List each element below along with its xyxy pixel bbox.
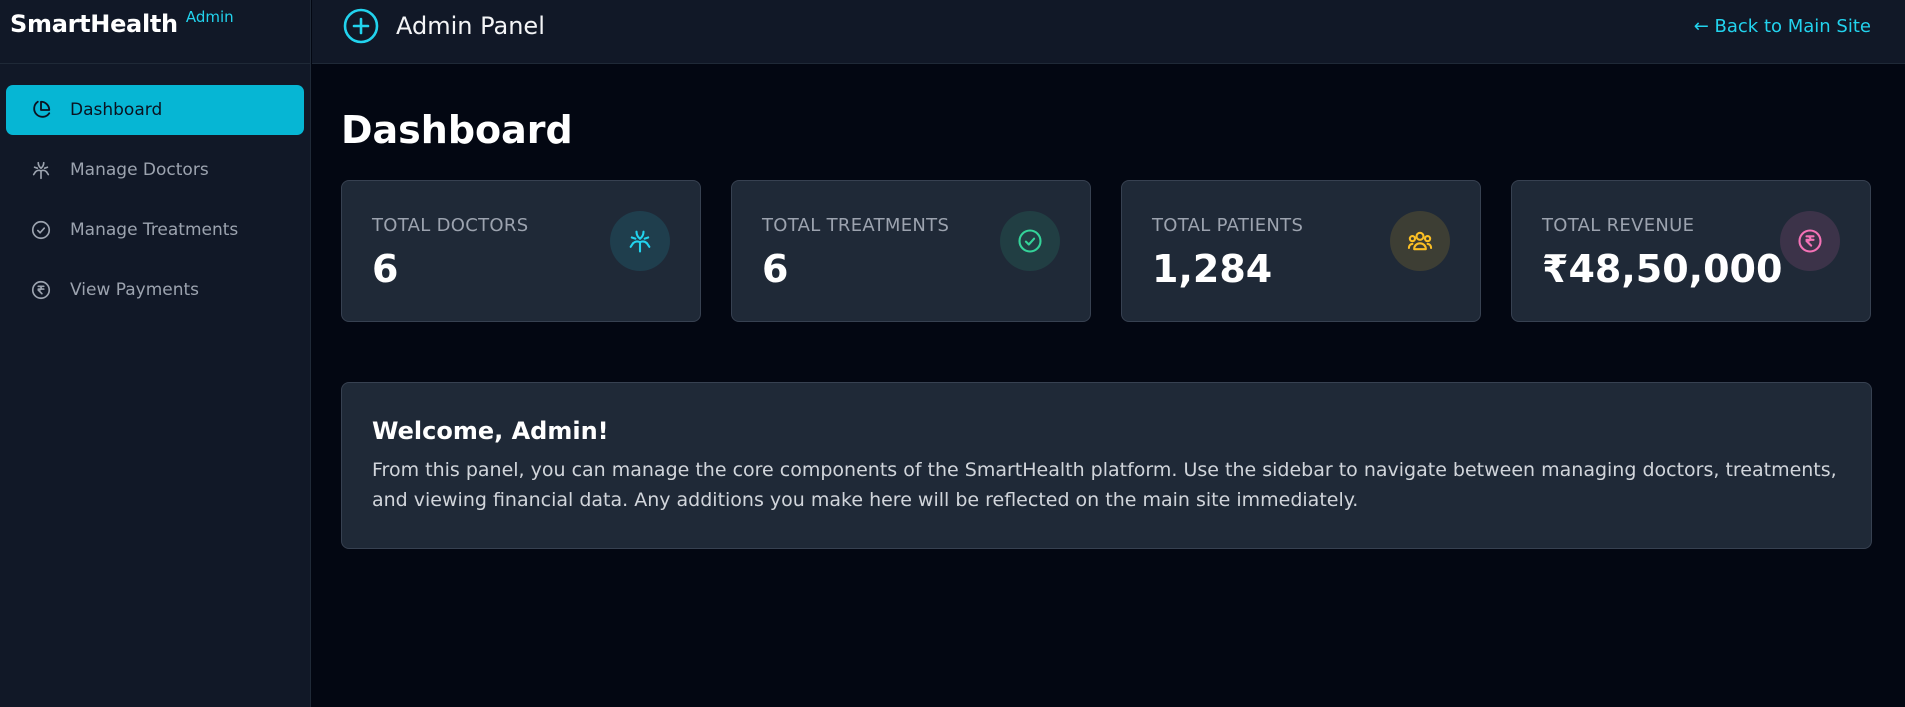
sidebar: SmartHealth Admin Dashboard Manage Docto… [0,0,311,707]
stat-label: TOTAL REVENUE [1542,215,1695,236]
users-icon [1390,211,1450,271]
plus-circle-icon [342,7,380,45]
brand: SmartHealth Admin [0,0,310,64]
sidebar-item-view-payments[interactable]: View Payments [6,265,304,315]
welcome-title: Welcome, Admin! [372,417,609,445]
stats-row: TOTAL DOCTORS 6 TOTAL TREATMENTS 6 TOTAL… [341,180,1872,322]
top-bar: Admin Panel ← Back to Main Site [312,0,1905,64]
stat-card-total-patients: TOTAL PATIENTS 1,284 [1121,180,1481,322]
sidebar-item-label: Manage Treatments [70,220,239,240]
doctor-icon [28,157,54,183]
stat-value: 1,284 [1152,247,1273,291]
check-circle-icon [1000,211,1060,271]
back-to-main-site-link[interactable]: ← Back to Main Site [1694,16,1871,37]
doctor-icon [610,211,670,271]
sidebar-item-manage-doctors[interactable]: Manage Doctors [6,145,304,195]
sidebar-item-dashboard[interactable]: Dashboard [6,85,304,135]
welcome-text: From this panel, you can manage the core… [372,459,1837,511]
stat-card-total-doctors: TOTAL DOCTORS 6 [341,180,701,322]
welcome-panel: Welcome, Admin! From this panel, you can… [341,382,1872,549]
sidebar-item-label: Manage Doctors [70,160,209,180]
brand-sub-label: Admin [185,8,234,26]
check-circle-icon [28,217,54,243]
rupee-icon [1780,211,1840,271]
stat-value: 6 [762,247,789,291]
sidebar-nav: Dashboard Manage Doctors Manage Treatmen… [0,64,310,315]
sidebar-item-label: Dashboard [70,100,163,120]
page-header-title: Admin Panel [396,12,545,40]
rupee-icon [28,277,54,303]
stat-label: TOTAL PATIENTS [1152,215,1304,236]
sidebar-item-manage-treatments[interactable]: Manage Treatments [6,205,304,255]
stat-label: TOTAL DOCTORS [372,215,529,236]
stat-value: 6 [372,247,399,291]
stat-card-total-treatments: TOTAL TREATMENTS 6 [731,180,1091,322]
brand-name[interactable]: SmartHealth [10,10,178,38]
stat-value: ₹48,50,000 [1542,247,1783,291]
stat-label: TOTAL TREATMENTS [762,215,950,236]
page-title: Dashboard [341,108,573,152]
sidebar-item-label: View Payments [70,280,200,300]
stat-card-total-revenue: TOTAL REVENUE ₹48,50,000 [1511,180,1871,322]
pie-chart-icon [28,97,54,123]
